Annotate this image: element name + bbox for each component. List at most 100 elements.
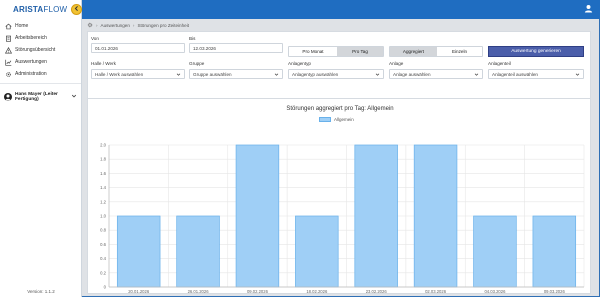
y-tick-label: 0.4 [100, 256, 106, 261]
breadcrumb-separator: › [96, 22, 98, 28]
version-label: Version: 1.1.2 [27, 289, 55, 294]
anlagentyp-placeholder: Anlagentyp auswählen [292, 71, 339, 77]
home-icon [5, 23, 12, 30]
bar [235, 144, 280, 288]
x-tick-label: 23.02.2026 [366, 289, 388, 294]
von-date-value: 01.01.2026 [95, 45, 118, 51]
x-tick-label: 09.02.2026 [247, 289, 269, 294]
breadcrumb-item-auswertungen[interactable]: Auswertungen [101, 23, 130, 28]
x-tick-label: 20.01.2026 [128, 289, 150, 294]
logo-text-right: FLOW [43, 5, 68, 14]
aggregation-toggle: Aggregiert Einzeln [389, 46, 483, 57]
user-icon [584, 4, 593, 15]
toggle-pro-tag[interactable]: Pro Tag [337, 47, 383, 56]
bis-label: Bis [189, 36, 196, 41]
chart-line-icon [5, 59, 12, 66]
y-tick-label: 1.2 [100, 199, 106, 204]
anlagentyp-select[interactable]: Anlagentyp auswählen [288, 69, 384, 79]
breadcrumb: › Auswertungen › Störungen pro Zeiteinhe… [87, 21, 189, 29]
x-tick-label: 26.01.2026 [188, 289, 210, 294]
sidebar-item-label: Home [15, 23, 29, 29]
anlagenteil-label: Anlagenteil [488, 61, 511, 66]
halle-placeholder: Halle / Werk auswählen [95, 71, 144, 77]
sidebar: Home Arbeitsbereich Störungsübersicht Au… [0, 19, 82, 297]
sidebar-item-label: Auswertungen [15, 59, 47, 65]
bar [473, 215, 517, 288]
anlage-placeholder: Anlage auswählen [393, 71, 431, 77]
y-tick-label: 2.0 [100, 143, 106, 148]
bar [116, 215, 161, 288]
halle-select[interactable]: Halle / Werk auswählen [91, 69, 185, 79]
main-content: › Auswertungen › Störungen pro Zeiteinhe… [83, 19, 599, 296]
bis-date-field[interactable]: 12.03.2026 [189, 43, 283, 53]
y-tick-label: 0.2 [100, 270, 106, 275]
bar [176, 215, 220, 288]
x-tick-label: 18.02.2026 [306, 289, 328, 294]
bis-date-value: 12.03.2026 [193, 45, 216, 51]
anlage-select[interactable]: Anlage auswählen [389, 69, 483, 79]
bar [354, 144, 398, 288]
bar [295, 215, 339, 288]
breadcrumb-separator: › [132, 22, 135, 28]
sidebar-item-administration[interactable]: Administration [0, 68, 81, 80]
logo-text-left: ARISTA [13, 5, 44, 14]
chevron-left-icon [73, 5, 80, 14]
bar [413, 144, 458, 288]
halle-label: Halle / Werk [91, 61, 116, 66]
bar-chart: 0 0.2 0.4 0.6 0.8 1.0 1.2 1.4 1.6 1.8 2.0 20.01.202… [100, 143, 585, 294]
aristaflow-logo[interactable]: ARISTAFLOW [13, 5, 67, 14]
x-tick-label: 09.03.2026 [544, 289, 566, 294]
y-tick-label: 0.6 [100, 242, 106, 247]
x-tick-label: 02.03.2026 [425, 289, 447, 294]
chevron-down-icon[interactable] [71, 93, 77, 101]
gruppe-placeholder: Gruppe auswählen [193, 71, 232, 77]
sidebar-item-label: Störungsübersicht [15, 47, 56, 53]
anlage-label: Anlage [389, 61, 404, 66]
avatar [4, 93, 12, 101]
generate-report-button[interactable]: Auswertung generieren [488, 46, 584, 57]
period-toggle: Pro Monat Pro Tag [288, 46, 384, 57]
sidebar-item-label: Administration [15, 71, 47, 77]
user-profile[interactable]: Hans Mayer (Leiter Fertigung) [4, 90, 78, 104]
von-date-field[interactable]: 01.01.2026 [91, 43, 185, 53]
y-tick-label: 1.4 [100, 185, 106, 190]
y-tick-label: 0.8 [100, 228, 106, 233]
breadcrumb-item-current: Störungen pro Zeiteinheit [137, 22, 190, 28]
sidebar-item-auswertungen[interactable]: Auswertungen [0, 56, 81, 68]
anlagenteil-select[interactable]: Anlagenteil auswählen [488, 69, 584, 79]
y-tick-label: 1.6 [100, 171, 106, 176]
chevron-down-icon [474, 72, 479, 78]
top-bar: ARISTAFLOW [0, 0, 600, 19]
y-tick-label: 1.8 [100, 157, 106, 162]
chevron-down-icon [176, 72, 181, 78]
bar [532, 215, 577, 288]
user-name: Hans Mayer (Leiter Fertigung) [15, 91, 58, 102]
toggle-aggregiert[interactable]: Aggregiert [390, 47, 437, 56]
chevron-down-icon [575, 72, 580, 78]
y-tick-label: 1.0 [100, 214, 106, 219]
y-tick-label: 0 [104, 285, 107, 290]
sidebar-item-label: Arbeitsbereich [15, 35, 47, 41]
warning-icon [5, 46, 12, 54]
chart-panel: Störungen aggregiert pro Tag: Allgemein … [87, 98, 591, 294]
sidebar-item-home[interactable]: Home [0, 20, 81, 32]
sidebar-nav: Home Arbeitsbereich Störungsübersicht Au… [0, 19, 81, 84]
chevron-down-icon [274, 72, 279, 78]
von-label: Von [91, 36, 99, 41]
user-menu-button[interactable] [583, 4, 594, 15]
sidebar-collapse-button[interactable] [71, 4, 82, 15]
gruppe-label: Gruppe [189, 61, 205, 66]
x-tick-label: 04.03.2026 [484, 289, 506, 294]
gear-icon [5, 71, 12, 78]
filter-panel: Von 01.01.2026 Bis 12.03.2026 Pro Monat … [87, 31, 591, 105]
sidebar-item-stoerungsuebersicht[interactable]: Störungsübersicht [0, 44, 81, 56]
anlagenteil-placeholder: Anlagenteil auswählen [492, 71, 538, 77]
gear-icon[interactable] [87, 22, 93, 29]
anlagentyp-label: Anlagentyp [288, 61, 311, 66]
toggle-einzeln[interactable]: Einzeln [437, 47, 482, 56]
toggle-pro-monat[interactable]: Pro Monat [289, 47, 337, 56]
chevron-down-icon [375, 72, 380, 78]
sidebar-item-arbeitsbereich[interactable]: Arbeitsbereich [0, 32, 81, 44]
gruppe-select[interactable]: Gruppe auswählen [189, 69, 283, 79]
logo-area: ARISTAFLOW [0, 0, 82, 19]
